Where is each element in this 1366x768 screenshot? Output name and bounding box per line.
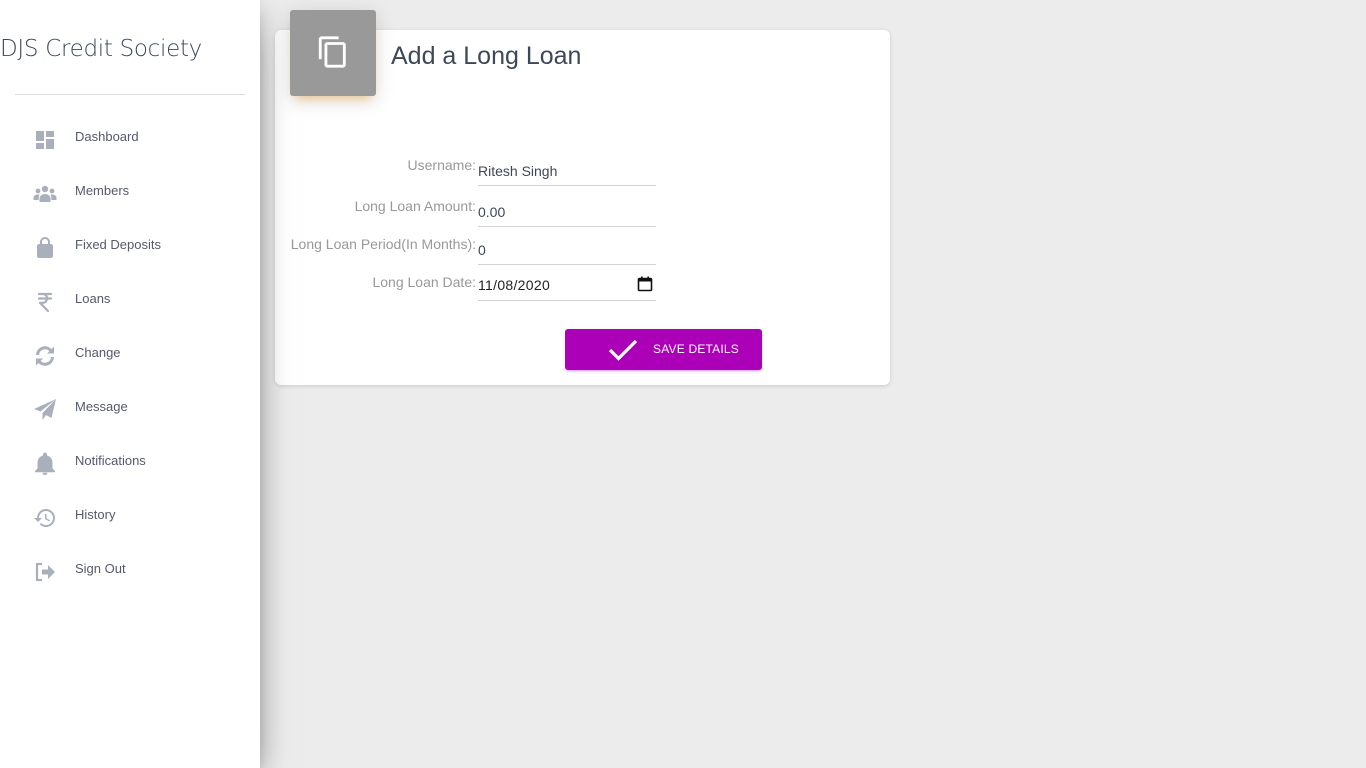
sign-out-icon [33,560,57,584]
sidebar-item-label: Dashboard [75,129,139,144]
check-icon [608,339,638,361]
date-label: Long Loan Date: [372,274,476,290]
brand-title[interactable]: DJS Credit Society [0,36,202,62]
username-input[interactable] [478,160,628,182]
loan-date-value: 11/08/2020 [478,277,551,293]
sidebar-item-label: Fixed Deposits [75,237,161,252]
bell-icon [33,452,57,476]
sidebar-item-label: History [75,507,116,522]
brand-divider [15,94,245,95]
amount-row: Long Loan Amount: [275,198,675,236]
loan-period-input[interactable] [478,239,628,261]
username-label: Username: [407,157,476,173]
sidebar-item-label: Message [75,399,128,414]
sidebar-item-fixed-deposits[interactable]: Fixed Deposits [0,218,260,272]
sidebar-item-change[interactable]: Change [0,326,260,380]
sidebar-item-label: Loans [75,291,111,306]
refresh-icon [33,344,57,368]
loan-date-input[interactable]: 11/08/2020 [478,275,656,301]
save-details-label: SAVE DETAILS [653,342,739,356]
paper-plane-icon [33,398,57,422]
history-icon [33,506,57,530]
dashboard-icon [33,128,57,152]
page-title: Add a Long Loan [391,42,582,70]
calendar-icon[interactable] [637,276,653,292]
sidebar-item-sign-out[interactable]: Sign Out [0,542,260,596]
save-details-button[interactable]: SAVE DETAILS [565,329,762,370]
username-row: Username: [275,157,675,195]
amount-label: Long Loan Amount: [354,198,476,214]
copy-icon [318,36,346,68]
period-label: Long Loan Period(In Months): [290,236,476,252]
sidebar-item-notifications[interactable]: Notifications [0,434,260,488]
sidebar-item-label: Change [75,345,121,360]
sidebar-nav: Dashboard Members Fixed Deposits Loans C… [0,110,260,596]
card-header-icon-box [290,10,376,96]
sidebar-item-members[interactable]: Members [0,164,260,218]
date-row: Long Loan Date: 11/08/2020 [275,274,675,312]
username-field-wrap [478,160,656,186]
sidebar-item-label: Notifications [75,453,146,468]
rupee-icon [33,290,57,314]
sidebar-item-label: Sign Out [75,561,126,576]
sidebar-item-dashboard[interactable]: Dashboard [0,110,260,164]
period-field-wrap [478,239,656,265]
sidebar-item-history[interactable]: History [0,488,260,542]
sidebar-item-message[interactable]: Message [0,380,260,434]
lock-icon [33,236,57,260]
sidebar: DJS Credit Society Dashboard Members Fix… [0,0,260,768]
sidebar-item-label: Members [75,183,130,198]
members-icon [33,182,57,206]
amount-field-wrap [478,201,656,227]
period-row: Long Loan Period(In Months): [275,236,675,274]
loan-amount-input[interactable] [478,201,628,223]
sidebar-item-loans[interactable]: Loans [0,272,260,326]
